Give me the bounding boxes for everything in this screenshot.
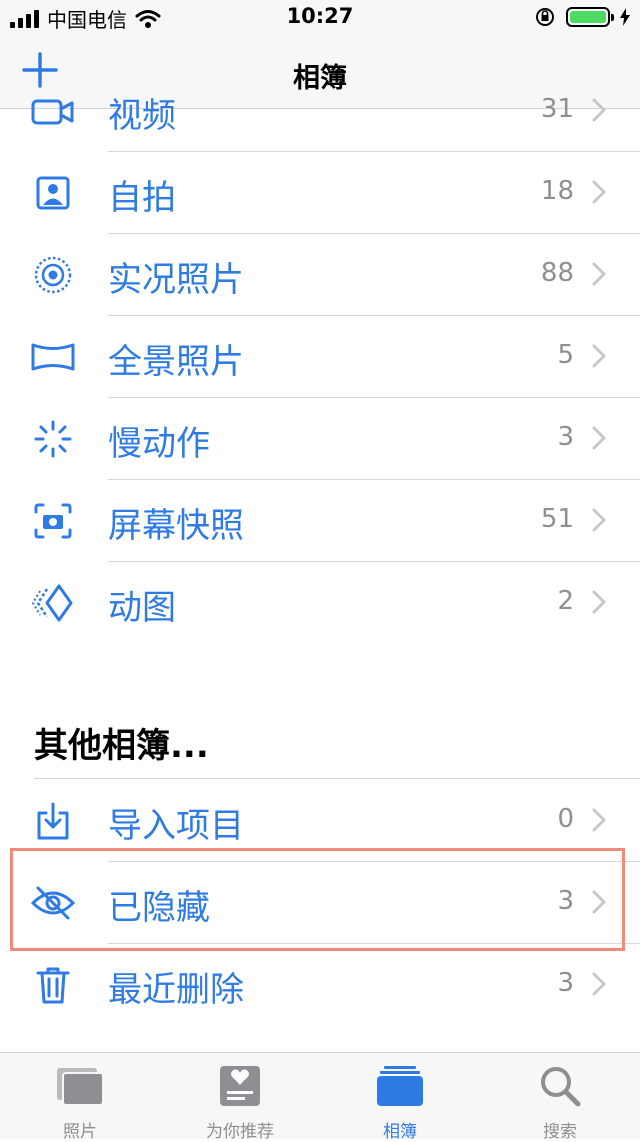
album-row-screenshots[interactable]: 屏幕快照 51 bbox=[0, 480, 640, 562]
status-bar: 中国电信 10:27 bbox=[0, 0, 640, 36]
photos-tab-icon bbox=[57, 1068, 104, 1106]
chevron-right-icon bbox=[592, 98, 606, 122]
tab-albums[interactable]: 相簿 bbox=[320, 1061, 480, 1142]
album-row-slow-motion[interactable]: 慢动作 3 bbox=[0, 398, 640, 480]
video-icon bbox=[30, 90, 76, 132]
tab-search[interactable]: 搜索 bbox=[480, 1061, 640, 1142]
battery-icon bbox=[566, 7, 614, 27]
search-tab-icon bbox=[541, 1067, 581, 1107]
album-row-recently-deleted[interactable]: 最近删除 3 bbox=[0, 944, 640, 1026]
tab-for-you[interactable]: 为你推荐 bbox=[160, 1061, 320, 1142]
album-label: 自拍 bbox=[108, 178, 176, 218]
live-photo-icon bbox=[30, 254, 76, 296]
album-label: 导入项目 bbox=[108, 806, 244, 846]
charging-bolt-icon bbox=[620, 8, 630, 26]
album-count: 5 bbox=[557, 340, 574, 370]
animated-icon bbox=[30, 582, 76, 624]
chevron-right-icon bbox=[592, 344, 606, 368]
album-count: 31 bbox=[540, 94, 574, 124]
selfie-icon bbox=[30, 172, 76, 214]
album-row-selfie[interactable]: 自拍 18 bbox=[0, 152, 640, 234]
section-separator bbox=[34, 778, 640, 779]
album-row-animated[interactable]: 动图 2 bbox=[0, 562, 640, 644]
chevron-right-icon bbox=[592, 426, 606, 450]
chevron-right-icon bbox=[592, 590, 606, 614]
album-label: 全景照片 bbox=[108, 342, 244, 382]
album-count: 0 bbox=[557, 804, 574, 834]
album-row-video[interactable]: 视频 31 bbox=[0, 70, 640, 152]
chevron-right-icon bbox=[592, 180, 606, 204]
panorama-icon bbox=[30, 336, 76, 378]
albums-tab-icon bbox=[377, 1066, 423, 1106]
slow-motion-icon bbox=[30, 418, 76, 460]
screenshot-icon bbox=[30, 500, 76, 542]
tab-label: 搜索 bbox=[543, 1122, 577, 1142]
album-row-panorama[interactable]: 全景照片 5 bbox=[0, 316, 640, 398]
tab-photos[interactable]: 照片 bbox=[0, 1061, 160, 1142]
album-count: 18 bbox=[540, 176, 574, 206]
trash-icon bbox=[30, 964, 76, 1006]
import-icon bbox=[30, 800, 76, 842]
chevron-right-icon bbox=[592, 262, 606, 286]
for-you-tab-icon bbox=[220, 1066, 260, 1106]
orientation-lock-icon bbox=[536, 8, 554, 26]
tab-label: 照片 bbox=[63, 1122, 97, 1142]
chevron-right-icon bbox=[592, 972, 606, 996]
album-count: 3 bbox=[557, 422, 574, 452]
section-title-other-albums: 其他相簿... bbox=[34, 726, 209, 766]
album-count: 51 bbox=[540, 504, 574, 534]
status-right bbox=[534, 6, 630, 28]
album-label: 最近删除 bbox=[108, 970, 244, 1010]
album-label: 慢动作 bbox=[108, 424, 210, 464]
album-count: 3 bbox=[557, 968, 574, 998]
tab-bar: 照片 为你推荐 相簿 搜索 bbox=[0, 1052, 640, 1142]
album-label: 屏幕快照 bbox=[108, 506, 244, 546]
album-row-live-photos[interactable]: 实况照片 88 bbox=[0, 234, 640, 316]
album-count: 88 bbox=[540, 258, 574, 288]
chevron-right-icon bbox=[592, 808, 606, 832]
album-label: 实况照片 bbox=[108, 260, 244, 300]
tab-label: 为你推荐 bbox=[206, 1122, 274, 1142]
album-label: 视频 bbox=[108, 96, 176, 136]
tab-label: 相簿 bbox=[383, 1122, 417, 1142]
chevron-right-icon bbox=[592, 508, 606, 532]
album-label: 动图 bbox=[108, 588, 176, 628]
highlight-box bbox=[10, 848, 625, 951]
album-count: 2 bbox=[557, 586, 574, 616]
